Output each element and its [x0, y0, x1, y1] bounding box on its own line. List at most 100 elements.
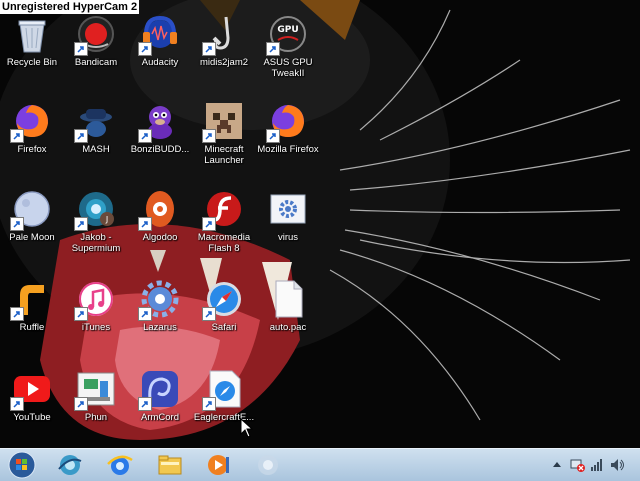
desktop-icon-lazarus[interactable]: Lazarus: [128, 273, 192, 359]
ruffle-icon: [10, 279, 52, 321]
desktop-icon-label: Jakob - Supermium: [71, 232, 121, 254]
shortcut-arrow-icon: [138, 129, 152, 143]
desktop-icon-youtube[interactable]: YouTube: [0, 363, 64, 449]
desktop-icon-label: Minecraft Launcher: [204, 144, 244, 166]
desktop-icon-label: virus: [277, 232, 299, 243]
taskbar-item-file-explorer[interactable]: [150, 451, 190, 479]
desktop-icon-minecraft-launcher[interactable]: Minecraft Launcher: [192, 95, 256, 181]
desktop-icon-label: Mozilla Firefox: [257, 144, 319, 155]
desktop-icon-itunes[interactable]: iTunes: [64, 273, 128, 359]
desktop-icon-ruffle[interactable]: Ruffle: [0, 273, 64, 359]
desktop-icon-label: ArmCord: [140, 412, 179, 423]
internet-explorer-icon: [58, 455, 82, 475]
desktop-icon-label: Pale Moon: [9, 232, 55, 243]
desktop-icon-bonzibuddy[interactable]: BonziBUDD...: [128, 95, 192, 181]
desktop-icon-firefox[interactable]: Firefox: [0, 95, 64, 181]
recycle-bin-icon: [12, 14, 52, 54]
shortcut-arrow-icon: [10, 217, 24, 231]
desktop-icon-virus[interactable]: virus: [256, 183, 320, 269]
shortcut-arrow-icon: [74, 397, 88, 411]
desktop-icon-label: Audacity: [141, 57, 179, 68]
shortcut-arrow-icon: [266, 42, 280, 56]
desktop-icon-phun[interactable]: Phun: [64, 363, 128, 449]
desktop-icon-mozilla-firefox[interactable]: Mozilla Firefox: [256, 95, 320, 181]
desktop-icon-label: Ruffle: [19, 322, 45, 333]
flash-icon: [202, 189, 244, 231]
taskbar: [0, 448, 640, 481]
gear-file-icon: [268, 189, 308, 229]
show-hidden-icons-icon[interactable]: [552, 458, 562, 476]
shortcut-arrow-icon: [74, 42, 88, 56]
desktop-icon-label: Algodoo: [142, 232, 178, 243]
shortcut-arrow-icon: [202, 217, 216, 231]
desktop-icon-label: Phun: [84, 412, 108, 423]
desktop-icon-jakob-supermium[interactable]: J Jakob - Supermium: [64, 183, 128, 269]
mash-icon: [74, 101, 116, 143]
desktop-icon-safari[interactable]: Safari: [192, 273, 256, 359]
desktop-icon-label: Lazarus: [143, 322, 177, 333]
desktop-icon-asus-gpu-tweak[interactable]: GPU ASUS GPU TweakII: [256, 8, 320, 94]
desktop-icon-label: BonziBUDD...: [130, 144, 190, 155]
internet-explorer-icon: [107, 455, 133, 475]
taskbar-item-internet-explorer[interactable]: [100, 451, 140, 479]
notification-area: [544, 449, 640, 481]
volume-icon[interactable]: [610, 458, 626, 477]
algodoo-icon: [138, 189, 180, 231]
desktop-icon-recycle-bin[interactable]: Recycle Bin: [0, 8, 64, 94]
shortcut-arrow-icon: [202, 397, 216, 411]
shortcut-arrow-icon: [74, 217, 88, 231]
desktop-icon-pale-moon[interactable]: Pale Moon: [0, 183, 64, 269]
bonzibuddy-icon: [138, 101, 180, 143]
network-error-icon[interactable]: [570, 458, 586, 477]
hypercam-watermark: Unregistered HyperCam 2: [0, 0, 140, 14]
desktop-icon-macromedia-flash[interactable]: Macromedia Flash 8: [192, 183, 256, 269]
desktop-icon-label: Recycle Bin: [6, 57, 58, 68]
shortcut-arrow-icon: [202, 307, 216, 321]
shortcut-arrow-icon: [10, 397, 24, 411]
taskbar-item-program[interactable]: [248, 451, 288, 479]
mouse-cursor-icon: [240, 417, 254, 443]
shortcut-arrow-icon: [138, 217, 152, 231]
desktop-icon-audacity[interactable]: Audacity: [128, 8, 192, 94]
desktop-icon-label: Bandicam: [74, 57, 118, 68]
program-icon: [258, 455, 278, 475]
desktop-icon-auto-pac[interactable]: auto.pac: [256, 273, 320, 359]
eaglercraft-icon: [202, 369, 244, 411]
svg-text:J: J: [105, 215, 108, 224]
supermium-icon: J: [74, 189, 116, 231]
desktop-icon-label: auto.pac: [269, 322, 307, 333]
taskbar-item-media-player[interactable]: [198, 451, 238, 479]
taskbar-item-browser[interactable]: [50, 451, 90, 479]
lazarus-icon: [138, 279, 180, 321]
armcord-icon: [138, 369, 180, 411]
firefox-icon: [266, 101, 308, 143]
shortcut-arrow-icon: [10, 129, 24, 143]
shortcut-arrow-icon: [138, 42, 152, 56]
desktop-icon-label: YouTube: [13, 412, 51, 423]
media-player-icon: [208, 455, 229, 475]
shortcut-arrow-icon: [138, 397, 152, 411]
desktop-icon-midis2jam2[interactable]: midis2jam2: [192, 8, 256, 94]
shortcut-arrow-icon: [202, 129, 216, 143]
desktop-icon-armcord[interactable]: ArmCord: [128, 363, 192, 449]
svg-text:GPU: GPU: [277, 25, 298, 35]
shortcut-arrow-icon: [10, 307, 24, 321]
shortcut-arrow-icon: [202, 42, 216, 56]
desktop-icon-label: midis2jam2: [199, 57, 249, 68]
desktop-icon-label: MASH: [82, 144, 110, 155]
start-button[interactable]: [2, 451, 42, 479]
bandicam-icon: [74, 14, 116, 56]
saxophone-icon: [202, 14, 244, 56]
signal-icon[interactable]: [590, 458, 604, 477]
firefox-icon: [10, 101, 52, 143]
desktop-icon-label: Firefox: [17, 144, 47, 155]
shortcut-arrow-icon: [266, 129, 280, 143]
minecraft-icon: [202, 101, 244, 143]
desktop-icon-bandicam[interactable]: Bandicam: [64, 8, 128, 94]
blank-file-icon: [268, 279, 308, 319]
asus-gpu-tweak-icon: GPU: [266, 14, 308, 56]
desktop-icon-mash[interactable]: MASH: [64, 95, 128, 181]
file-explorer-icon: [158, 455, 182, 475]
desktop-icon-algodoo[interactable]: Algodoo: [128, 183, 192, 269]
audacity-icon: [138, 14, 180, 56]
